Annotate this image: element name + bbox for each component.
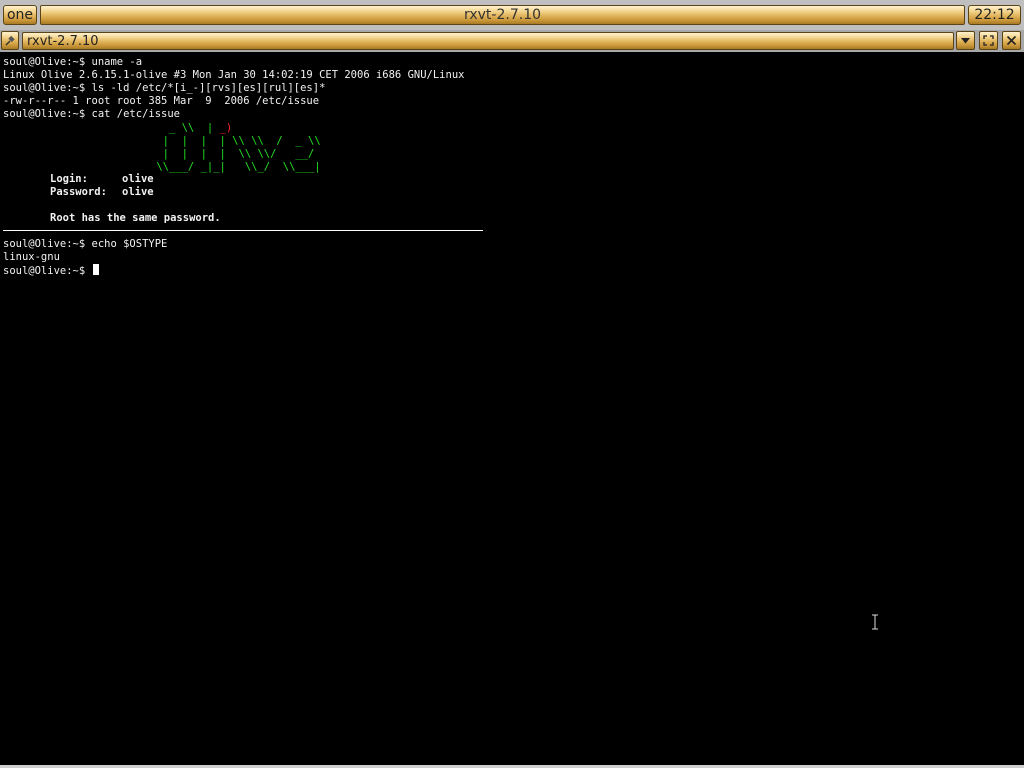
maximize-icon xyxy=(983,35,994,46)
minimize-button[interactable] xyxy=(956,31,975,50)
text-cursor xyxy=(92,264,99,275)
root-password-note: Root has the same password. xyxy=(50,212,221,224)
terminal-line: -rw-r--r-- 1 root root 385 Mar 9 2006 /e… xyxy=(3,95,320,107)
login-value: olive xyxy=(122,173,154,185)
olive-ascii-logo: _ \\ | _) | | | | \\ \\ / _ \\ | | | | \… xyxy=(150,122,321,173)
terminal-area[interactable]: soul@Olive:~$ uname -a Linux Olive 2.6.1… xyxy=(0,52,1024,765)
close-button[interactable] xyxy=(1002,31,1021,50)
top-panel: one rxvt-2.7.10 22:12 xyxy=(0,0,1024,30)
close-icon xyxy=(1006,35,1017,46)
terminal-line: Linux Olive 2.6.15.1-olive #3 Mon Jan 30… xyxy=(3,69,465,81)
maximize-button[interactable] xyxy=(979,31,998,50)
terminal-line: soul@Olive:~$ cat /etc/issue xyxy=(3,108,181,120)
shell-prompt: soul@Olive:~$ xyxy=(3,265,92,277)
window-titlebar: rxvt-2.7.10 xyxy=(0,30,1024,52)
chevron-down-icon xyxy=(961,38,970,44)
pin-icon xyxy=(5,35,15,46)
password-value: olive xyxy=(122,186,154,198)
ibeam-cursor-icon xyxy=(872,614,878,630)
pin-button[interactable] xyxy=(1,31,19,50)
taskbar-window-title[interactable]: rxvt-2.7.10 xyxy=(40,5,965,25)
window-title[interactable]: rxvt-2.7.10 xyxy=(22,32,954,50)
clock: 22:12 xyxy=(968,5,1021,25)
login-label: Login: xyxy=(50,173,88,185)
issue-divider xyxy=(3,230,483,231)
password-label: Password: xyxy=(50,186,107,198)
workspace-button[interactable]: one xyxy=(3,5,37,25)
terminal-line: soul@Olive:~$ echo $OSTYPE xyxy=(3,238,168,250)
terminal-line: soul@Olive:~$ uname -a xyxy=(3,56,143,68)
terminal-line: soul@Olive:~$ ls -ld /etc/*[i_-][rvs][es… xyxy=(3,82,326,94)
terminal-prompt-line[interactable]: soul@Olive:~$ xyxy=(3,264,99,277)
terminal-line: linux-gnu xyxy=(3,251,60,263)
